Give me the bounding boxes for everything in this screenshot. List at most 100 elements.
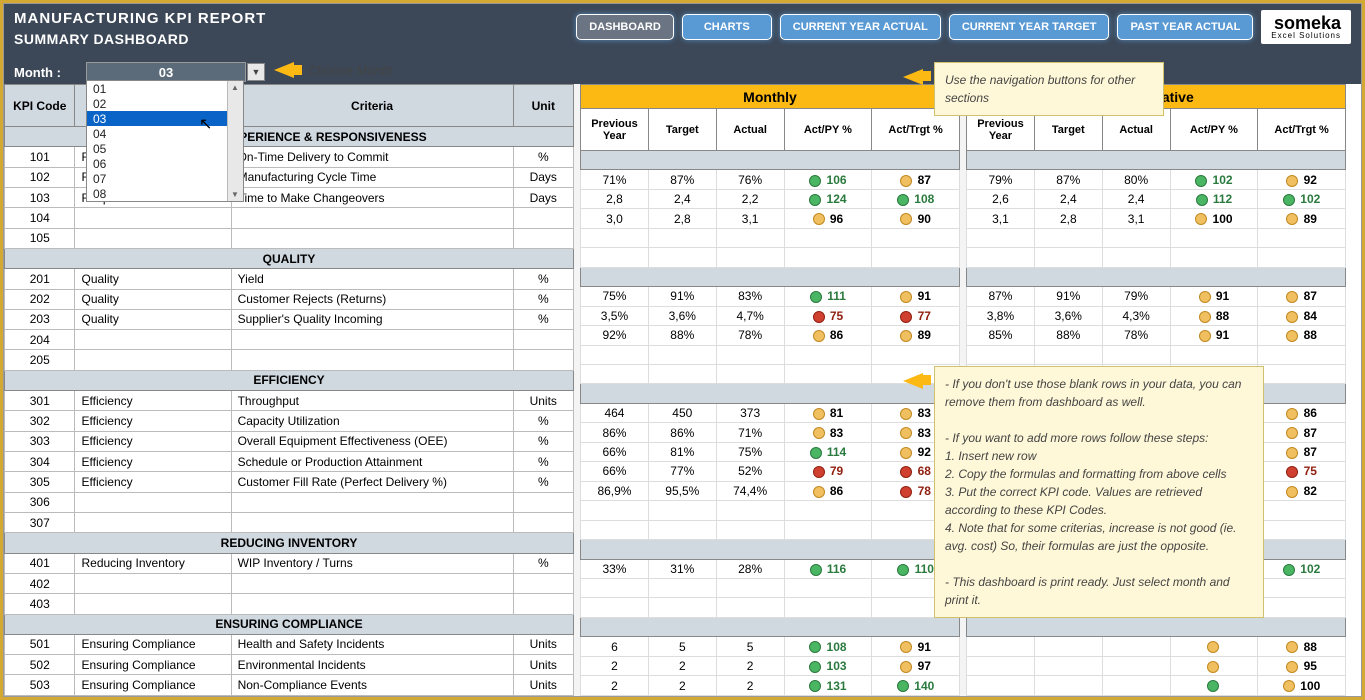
cursor-icon: ↖ [199, 114, 212, 134]
section-header: QUALITY [5, 248, 574, 268]
dropdown-scrollbar[interactable] [227, 81, 243, 201]
table-row: 303EfficiencyOverall Equipment Effective… [5, 431, 574, 451]
status-dot [900, 291, 912, 303]
status-dot [1286, 661, 1298, 673]
col-target: Target [648, 109, 716, 151]
table-row: 105 [5, 228, 574, 248]
pct-cell: 88 [1258, 326, 1346, 345]
pct-cell: 100 [1170, 209, 1258, 228]
status-dot [809, 175, 821, 187]
pct-cell: 92 [1258, 170, 1346, 189]
status-dot [900, 641, 912, 653]
table-row: 464450373 81 83 [581, 403, 960, 422]
col-actpy: Act/PY % [784, 109, 872, 151]
status-dot [900, 427, 912, 439]
pct-cell: 86 [784, 481, 872, 500]
status-dot [809, 641, 821, 653]
table-row: 203QualitySupplier's Quality Incoming% [5, 309, 574, 329]
pct-cell: 112 [1170, 189, 1258, 208]
col-acttrg-c: Act/Trgt % [1258, 109, 1346, 151]
status-dot [900, 486, 912, 498]
pct-cell: 103 [784, 656, 872, 675]
note-line: - If you don't use those blank rows in y… [945, 375, 1253, 411]
status-dot [1286, 447, 1298, 459]
status-dot [1286, 213, 1298, 225]
table-row: 2,82,42,2 124 108 [581, 189, 960, 208]
pct-cell: 114 [784, 442, 872, 461]
status-dot [809, 661, 821, 673]
status-dot [1286, 408, 1298, 420]
status-dot [1286, 175, 1298, 187]
pct-cell: 108 [784, 637, 872, 656]
status-dot [1195, 175, 1207, 187]
nav-charts-button[interactable]: CHARTS [682, 14, 772, 40]
table-row: 104 [5, 208, 574, 228]
table-row: 85%88%78% 91 88 [967, 326, 1346, 345]
table-row: 222 131 140 [581, 676, 960, 696]
col-unit: Unit [513, 85, 573, 127]
table-row: 95 [967, 656, 1346, 675]
table-row: 201QualityYield% [5, 269, 574, 289]
status-dot [900, 175, 912, 187]
table-row: 501Ensuring ComplianceHealth and Safety … [5, 634, 574, 654]
dropdown-option[interactable]: 05 [87, 141, 243, 156]
dropdown-option[interactable]: 01 [87, 81, 243, 96]
status-dot [1286, 291, 1298, 303]
dropdown-button[interactable]: ▼ [247, 63, 265, 81]
note-line: 2. Copy the formulas and formatting from… [945, 465, 1253, 483]
month-hint: Choose Month [274, 62, 393, 78]
monthly-header: Monthly [581, 85, 960, 109]
pct-cell: 102 [1258, 189, 1346, 208]
status-dot [897, 194, 909, 206]
status-dot [813, 408, 825, 420]
pct-cell: 77 [872, 306, 960, 325]
dropdown-option[interactable]: 08 [87, 186, 243, 201]
header: MANUFACTURING KPI REPORT SUMMARY DASHBOA… [4, 4, 1361, 60]
status-dot [900, 466, 912, 478]
status-dot [900, 213, 912, 225]
pct-cell: 86 [784, 326, 872, 345]
dropdown-option[interactable]: 07 [87, 171, 243, 186]
pct-cell [1170, 676, 1258, 696]
status-dot [900, 311, 912, 323]
nav-cy-target-button[interactable]: CURRENT YEAR TARGET [949, 14, 1110, 40]
status-dot [1286, 486, 1298, 498]
pct-cell: 79 [784, 462, 872, 481]
pct-cell: 84 [1258, 306, 1346, 325]
pct-cell: 140 [872, 676, 960, 696]
dropdown-option[interactable]: 04 [87, 126, 243, 141]
status-dot [900, 447, 912, 459]
pct-cell: 82 [1258, 481, 1346, 500]
status-dot [1286, 466, 1298, 478]
section-header: EFFICIENCY [5, 370, 574, 390]
pct-cell: 88 [1258, 637, 1346, 656]
month-dropdown[interactable]: 0102030405060708 [86, 80, 244, 202]
table-row: 301EfficiencyThroughputUnits [5, 391, 574, 411]
status-dot [900, 408, 912, 420]
status-dot [809, 194, 821, 206]
dropdown-option[interactable]: 06 [87, 156, 243, 171]
pct-cell: 96 [784, 209, 872, 228]
pct-cell: 91 [1170, 287, 1258, 306]
table-row: 86%86%71% 83 83 [581, 423, 960, 442]
table-row: 305EfficiencyCustomer Fill Rate (Perfect… [5, 472, 574, 492]
report-title: MANUFACTURING KPI REPORT [14, 10, 266, 27]
pct-cell [1170, 656, 1258, 675]
table-row: 222 103 97 [581, 656, 960, 675]
status-dot [813, 486, 825, 498]
nav-dashboard-button[interactable]: DASHBOARD [576, 14, 674, 40]
dropdown-option[interactable]: 03 [87, 111, 243, 126]
note-rows: - If you don't use those blank rows in y… [934, 366, 1264, 618]
note-line: 4. Note that for some criterias, increas… [945, 519, 1253, 555]
table-row [581, 520, 960, 539]
nav-py-actual-button[interactable]: PAST YEAR ACTUAL [1117, 14, 1253, 40]
status-dot [813, 213, 825, 225]
pct-cell [1170, 637, 1258, 656]
table-row [581, 248, 960, 267]
status-dot [1283, 680, 1295, 692]
dropdown-option[interactable]: 02 [87, 96, 243, 111]
nav-cy-actual-button[interactable]: CURRENT YEAR ACTUAL [780, 14, 941, 40]
month-select[interactable]: 03 ▼ [86, 62, 246, 82]
table-row: 202QualityCustomer Rejects (Returns)% [5, 289, 574, 309]
pct-cell: 87 [1258, 287, 1346, 306]
